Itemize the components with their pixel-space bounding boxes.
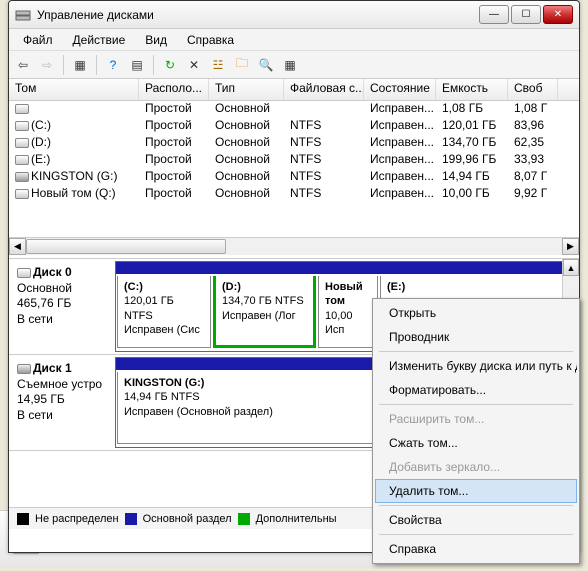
partition-d-selected[interactable]: (D:)134,70 ГБ NTFSИсправен (Лог [213, 276, 316, 348]
minimize-button[interactable]: — [479, 5, 509, 24]
menubar: Файл Действие Вид Справка [9, 29, 579, 51]
legend-primary-swatch [125, 513, 137, 525]
ctx-explorer[interactable]: Проводник [375, 325, 577, 349]
ctx-open[interactable]: Открыть [375, 301, 577, 325]
app-icon [15, 7, 31, 23]
ctx-help[interactable]: Справка [375, 537, 577, 561]
volume-icon [15, 104, 29, 114]
ctx-shrink[interactable]: Сжать том... [375, 431, 577, 455]
settings-icon[interactable]: ▦ [280, 55, 300, 75]
disk1-label[interactable]: Диск 1 Съемное устро 14,95 ГБ В сети [9, 355, 115, 450]
horizontal-scrollbar[interactable]: ◀ ▶ [9, 237, 579, 255]
table-row[interactable]: (D:)ПростойОсновнойNTFSИсправен...134,70… [9, 135, 579, 152]
volume-icon [15, 172, 29, 182]
scroll-right-button[interactable]: ▶ [562, 238, 579, 255]
delete-icon[interactable]: ✕ [184, 55, 204, 75]
forward-button[interactable]: ⇨ [37, 55, 57, 75]
usb-disk-icon [17, 364, 31, 374]
col-volume[interactable]: Том [9, 79, 139, 100]
legend-primary: Основной раздел [143, 513, 232, 525]
scroll-thumb[interactable] [26, 239, 226, 254]
volume-icon [15, 189, 29, 199]
disk-icon [17, 268, 31, 278]
ctx-change-letter[interactable]: Изменить букву диска или путь к дис [375, 354, 577, 378]
table-row[interactable]: (C:)ПростойОсновнойNTFSИсправен...120,01… [9, 118, 579, 135]
table-row[interactable]: KINGSTON (G:)ПростойОсновнойNTFSИсправен… [9, 169, 579, 186]
partition-c[interactable]: (C:)120,01 ГБ NTFSИсправен (Сис [117, 276, 211, 348]
ctx-format[interactable]: Форматировать... [375, 378, 577, 402]
help-icon[interactable]: ? [103, 55, 123, 75]
search-icon[interactable]: 🔍 [256, 55, 276, 75]
ctx-extend: Расширить том... [375, 407, 577, 431]
menu-file[interactable]: Файл [13, 31, 63, 49]
menu-help[interactable]: Справка [177, 31, 244, 49]
table-header: Том Располо... Тип Файловая с... Состоян… [9, 79, 579, 101]
grid-icon[interactable]: ▦ [70, 55, 90, 75]
properties-icon[interactable]: ☳ [208, 55, 228, 75]
col-free[interactable]: Своб [508, 79, 558, 100]
ctx-delete-volume[interactable]: Удалить том... [375, 479, 577, 503]
context-menu: Открыть Проводник Изменить букву диска и… [372, 298, 580, 564]
col-capacity[interactable]: Емкость [436, 79, 508, 100]
toolbar: ⇦ ⇨ ▦ ? ▤ ↻ ✕ ☳ 🗀 🔍 ▦ [9, 51, 579, 79]
layout-icon[interactable]: ▤ [127, 55, 147, 75]
scroll-up-button[interactable]: ▲ [563, 259, 579, 276]
col-fs[interactable]: Файловая с... [284, 79, 364, 100]
titlebar: Управление дисками — ☐ ✕ [9, 1, 579, 29]
table-row[interactable]: Новый том (Q:)ПростойОсновнойNTFSИсправе… [9, 186, 579, 203]
volume-list-pane: Том Располо... Тип Файловая с... Состоян… [9, 79, 579, 259]
back-button[interactable]: ⇦ [13, 55, 33, 75]
legend-extended: Дополнительны [256, 513, 337, 525]
disk0-label[interactable]: Диск 0 Основной 465,76 ГБ В сети [9, 259, 115, 354]
legend-extended-swatch [238, 513, 250, 525]
ctx-mirror: Добавить зеркало... [375, 455, 577, 479]
ctx-properties[interactable]: Свойства [375, 508, 577, 532]
close-button[interactable]: ✕ [543, 5, 573, 24]
menu-action[interactable]: Действие [63, 31, 136, 49]
table-row[interactable]: (E:)ПростойОсновнойNTFSИсправен...199,96… [9, 152, 579, 169]
refresh-icon[interactable]: ↻ [160, 55, 180, 75]
col-type[interactable]: Тип [209, 79, 284, 100]
partition-new-volume[interactable]: Новый том10,00Исп [318, 276, 378, 348]
table-row[interactable]: ПростойОсновнойИсправен...1,08 ГБ1,08 Г [9, 101, 579, 118]
volume-icon [15, 155, 29, 165]
maximize-button[interactable]: ☐ [511, 5, 541, 24]
table-body: ПростойОсновнойИсправен...1,08 ГБ1,08 Г(… [9, 101, 579, 237]
legend-unallocated-swatch [17, 513, 29, 525]
col-layout[interactable]: Располо... [139, 79, 209, 100]
scroll-left-button[interactable]: ◀ [9, 238, 26, 255]
col-state[interactable]: Состояние [364, 79, 436, 100]
window-title: Управление дисками [37, 8, 479, 22]
menu-view[interactable]: Вид [135, 31, 177, 49]
volume-icon [15, 121, 29, 131]
volume-icon [15, 138, 29, 148]
legend-unallocated: Не распределен [35, 513, 119, 525]
folder-icon[interactable]: 🗀 [232, 55, 252, 75]
